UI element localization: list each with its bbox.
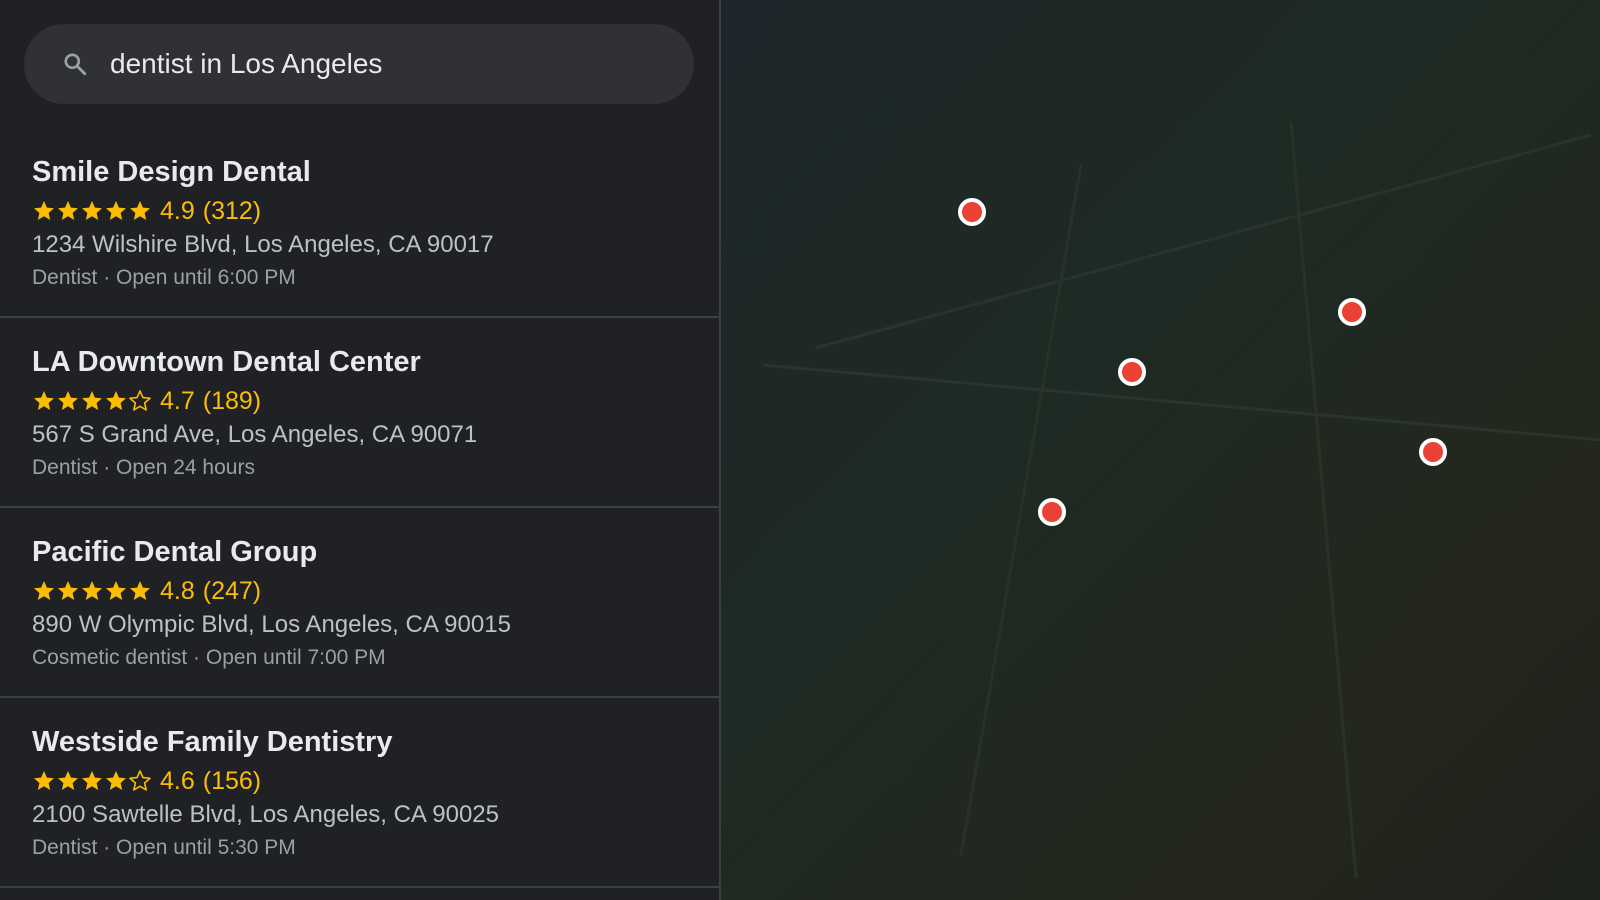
- star-rating: [32, 389, 152, 413]
- star-filled-icon: [58, 391, 78, 410]
- search-input[interactable]: dentist in Los Angeles: [110, 48, 382, 80]
- result-address: 567 S Grand Ave, Los Angeles, CA 90071: [32, 421, 478, 448]
- map-canvas[interactable]: [721, 0, 1600, 900]
- star-filled-icon: [34, 771, 54, 790]
- result-name[interactable]: LA Downtown Dental Center: [32, 344, 687, 380]
- star-filled-icon: [82, 581, 102, 600]
- star-filled-icon: [106, 201, 126, 220]
- result-category-hours: Dentist · Open until 5:30 PM: [32, 836, 296, 859]
- rating-row: 4.7 (189): [32, 384, 687, 418]
- star-filled-icon: [106, 581, 126, 600]
- map-roads: [762, 121, 1600, 879]
- results-list: Smile Design Dental 4.9 (312) 1234 Wilsh…: [0, 128, 719, 888]
- star-filled-icon: [106, 771, 126, 790]
- rating-value: 4.6: [160, 766, 195, 795]
- maps-app: dentist in Los Angeles Smile Design Dent…: [0, 0, 1600, 900]
- star-filled-icon: [82, 771, 102, 790]
- review-count[interactable]: (189): [203, 387, 261, 416]
- star-filled-icon: [106, 391, 126, 410]
- review-count[interactable]: (247): [203, 577, 261, 606]
- star-filled-icon: [82, 391, 102, 410]
- review-count[interactable]: (156): [203, 767, 261, 796]
- map-pin[interactable]: [1338, 298, 1366, 326]
- result-name[interactable]: Westside Family Dentistry: [32, 724, 687, 760]
- result-item[interactable]: Westside Family Dentistry 4.6 (156) 2100…: [0, 698, 719, 888]
- star-filled-icon: [34, 581, 54, 600]
- search-box[interactable]: dentist in Los Angeles: [24, 24, 694, 104]
- result-category-hours: Cosmetic dentist · Open until 7:00 PM: [32, 646, 386, 669]
- star-filled-icon: [130, 581, 150, 600]
- star-outline-icon: [129, 390, 151, 411]
- review-count[interactable]: (312): [203, 197, 261, 226]
- star-filled-icon: [130, 201, 150, 220]
- map-pin[interactable]: [1419, 438, 1447, 466]
- result-category-hours: Dentist · Open 24 hours: [32, 456, 255, 479]
- rating-row: 4.6 (156): [32, 764, 687, 798]
- star-filled-icon: [58, 201, 78, 220]
- rating-value: 4.7: [160, 386, 195, 415]
- result-name[interactable]: Smile Design Dental: [32, 154, 687, 190]
- map-pin[interactable]: [958, 198, 986, 226]
- result-address: 890 W Olympic Blvd, Los Angeles, CA 9001…: [32, 611, 511, 638]
- results-sidebar: dentist in Los Angeles Smile Design Dent…: [0, 0, 721, 900]
- star-filled-icon: [34, 201, 54, 220]
- star-filled-icon: [34, 391, 54, 410]
- star-filled-icon: [58, 581, 78, 600]
- rating-row: 4.9 (312): [32, 194, 687, 228]
- result-name[interactable]: Pacific Dental Group: [32, 534, 687, 570]
- result-address: 2100 Sawtelle Blvd, Los Angeles, CA 9002…: [32, 801, 499, 828]
- rating-value: 4.9: [160, 196, 195, 225]
- star-rating: [32, 199, 152, 223]
- star-outline-icon: [129, 770, 151, 791]
- result-item[interactable]: Smile Design Dental 4.9 (312) 1234 Wilsh…: [0, 128, 719, 318]
- map-pin[interactable]: [1038, 498, 1066, 526]
- star-filled-icon: [58, 771, 78, 790]
- result-item[interactable]: Pacific Dental Group 4.8 (247) 890 W Oly…: [0, 508, 719, 698]
- star-rating: [32, 769, 152, 793]
- rating-row: 4.8 (247): [32, 574, 687, 608]
- map-pin[interactable]: [1118, 358, 1146, 386]
- star-rating: [32, 579, 152, 603]
- result-address: 1234 Wilshire Blvd, Los Angeles, CA 9001…: [32, 231, 494, 258]
- rating-value: 4.8: [160, 576, 195, 605]
- search-icon[interactable]: [62, 51, 88, 77]
- result-item[interactable]: LA Downtown Dental Center 4.7 (189) 567 …: [0, 318, 719, 508]
- star-filled-icon: [82, 201, 102, 220]
- result-category-hours: Dentist · Open until 6:00 PM: [32, 266, 296, 289]
